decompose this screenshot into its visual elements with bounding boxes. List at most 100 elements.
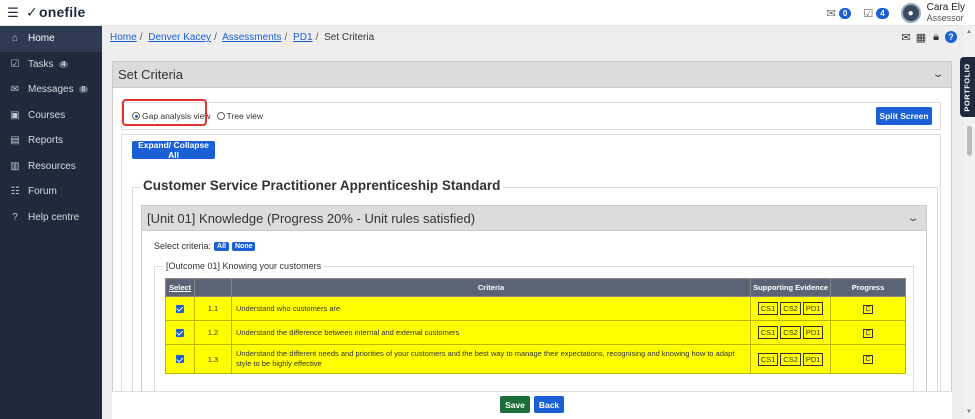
app-logo[interactable]: ✓onefile: [26, 4, 85, 21]
number-column-header: [193, 278, 232, 297]
breadcrumb-current: Set Criteria: [324, 32, 375, 43]
standard-fieldset: Customer Service Practitioner Apprentice…: [132, 178, 938, 419]
criteria-text: Understand who customers are: [230, 296, 752, 321]
back-button[interactable]: Back: [534, 396, 564, 413]
evidence-tag[interactable]: CS2: [780, 326, 801, 339]
criteria-text: Understand the different needs and prior…: [230, 344, 752, 374]
evidence-cell: CS1 CS2 PD1: [750, 320, 832, 345]
outcome-title: [Outcome 01] Knowing your customers: [163, 261, 325, 271]
criteria-number: 1.1: [193, 296, 232, 321]
sidebar-item-label: Help centre: [28, 211, 80, 223]
view-toggle-row: Gap analysis view Tree view Split Screen: [121, 102, 941, 130]
evidence-tag[interactable]: CS2: [780, 352, 801, 366]
standard-title: Customer Service Practitioner Apprentice…: [140, 178, 504, 193]
tasks-icon: ☑: [10, 58, 20, 70]
tasks-icon[interactable]: ☑: [863, 7, 873, 20]
evidence-tag[interactable]: PD1: [802, 302, 824, 315]
criteria-container: Expand/ Collapse All Customer Service Pr…: [121, 134, 941, 419]
sidebar-item-label: Tasks: [28, 58, 54, 70]
sidebar-item-help-centre[interactable]: ? Help centre: [0, 205, 102, 231]
tree-view-label[interactable]: Tree view: [227, 111, 264, 121]
sidebar-item-label: Home: [28, 33, 55, 45]
evidence-tag[interactable]: CS1: [757, 352, 779, 366]
reports-icon: ▤: [10, 135, 20, 147]
page-title: Set Criteria: [118, 67, 184, 82]
progress-status: C: [863, 328, 874, 338]
criteria-text: Understand the difference between intern…: [230, 320, 752, 345]
sidebar-item-messages[interactable]: ✉ Messages 0: [0, 77, 102, 103]
evidence-cell: CS1 CS2 PD1: [750, 344, 832, 374]
progress-status: C: [863, 355, 874, 364]
evidence-tag[interactable]: CS2: [780, 302, 801, 315]
home-icon: ⌂: [11, 33, 19, 45]
mail-count-badge: 0: [838, 7, 852, 19]
sidebar-item-home[interactable]: ⌂ Home: [0, 26, 102, 52]
mail-icon[interactable]: ✉: [900, 31, 912, 44]
sidebar-item-courses[interactable]: ▣ Courses: [0, 103, 102, 129]
resources-icon: ▥: [10, 160, 20, 172]
user-name: Cara Ely: [926, 2, 965, 13]
panel-header[interactable]: Set Criteria ⌄: [113, 62, 951, 88]
sidebar-item-reports[interactable]: ▤ Reports: [0, 128, 102, 154]
courses-icon: ▣: [10, 109, 20, 121]
select-all-button[interactable]: All: [214, 241, 229, 251]
select-none-button[interactable]: None: [231, 241, 256, 251]
scroll-thumb[interactable]: [967, 126, 972, 156]
tasks-count: 4: [58, 60, 69, 68]
messages-count: 0: [78, 86, 89, 94]
page-actions: ✉ ▦ 🔒︎ ?: [900, 31, 957, 44]
portfolio-tab[interactable]: PORTFOLIO: [960, 57, 975, 117]
evidence-tag[interactable]: PD1: [802, 352, 824, 366]
breadcrumb-link-assessments[interactable]: Assessments: [222, 32, 281, 43]
progress-status: C: [863, 304, 874, 314]
main-content: Home / Denver Kacey / Assessments / PD1/ Se…: [102, 26, 975, 419]
image-icon[interactable]: ▦: [915, 31, 927, 44]
sidebar-item-resources[interactable]: ▥ Resources: [0, 154, 102, 180]
avatar[interactable]: ●: [900, 3, 921, 23]
sidebar-item-label: Forum: [28, 186, 57, 198]
evidence-tag[interactable]: PD1: [802, 326, 824, 339]
table-row: 1.1 Understand who customers are CS1 CS2 P…: [165, 296, 906, 321]
expand-collapse-all-button[interactable]: Expand/ Collapse All: [132, 140, 215, 160]
criteria-checkbox[interactable]: [175, 304, 184, 313]
criteria-number: 1.3: [193, 344, 232, 374]
tasks-count-badge: 4: [876, 7, 889, 19]
footer-actions: Save Back: [112, 391, 952, 419]
breadcrumb-link-home[interactable]: Home: [110, 32, 137, 43]
unit-title: [Unit 01] Knowledge (Progress 20% - Unit…: [147, 210, 476, 226]
messages-icon: ✉: [10, 84, 20, 96]
unit-header[interactable]: [Unit 01] Knowledge (Progress 20% - Unit…: [141, 205, 927, 231]
lock-icon[interactable]: 🔒︎: [930, 31, 942, 44]
scroll-up-icon[interactable]: ▲: [966, 29, 972, 35]
select-criteria-label: Select criteria:: [154, 241, 212, 251]
table-row: 1.2 Understand the difference between in…: [165, 320, 906, 345]
scroll-down-icon[interactable]: ▼: [966, 409, 972, 415]
mail-icon[interactable]: ✉: [827, 7, 836, 20]
sidebar-item-tasks[interactable]: ☑ Tasks 4: [0, 52, 102, 78]
evidence-column-header: Supporting Evidence: [750, 278, 832, 297]
sidebar-item-forum[interactable]: ☷ Forum: [0, 179, 102, 205]
breadcrumb-link-learner[interactable]: Denver Kacey: [148, 32, 211, 43]
criteria-table: Select Criteria Supporting Evidence Prog…: [165, 278, 906, 374]
chevron-down-icon[interactable]: ⌄: [907, 213, 920, 224]
menu-icon[interactable]: ☰: [0, 0, 26, 26]
evidence-tag[interactable]: CS1: [757, 302, 779, 315]
set-criteria-panel: Set Criteria ⌄ Gap analysis view Tree vi…: [112, 61, 952, 419]
criteria-checkbox[interactable]: [175, 355, 184, 363]
evidence-cell: CS1 CS2 PD1: [750, 296, 832, 321]
breadcrumb-link-pd1[interactable]: PD1: [293, 32, 312, 43]
sidebar-item-label: Resources: [28, 160, 76, 172]
criteria-number: 1.2: [193, 320, 232, 345]
evidence-tag[interactable]: CS1: [757, 326, 779, 339]
save-button[interactable]: Save: [500, 396, 530, 413]
chevron-down-icon[interactable]: ⌄: [932, 69, 945, 80]
help-icon[interactable]: ?: [945, 31, 957, 43]
tree-view-radio[interactable]: [216, 112, 225, 120]
user-info[interactable]: Cara Ely Assessor: [926, 2, 965, 24]
gap-analysis-highlight: [122, 99, 207, 126]
select-column-header[interactable]: Select: [165, 278, 195, 297]
criteria-checkbox[interactable]: [175, 328, 184, 337]
split-screen-button[interactable]: Split Screen: [876, 107, 932, 125]
top-bar: ☰ ✓onefile ✉ 0 ☑ 4 ● Cara Ely Assessor: [0, 0, 975, 26]
sidebar-item-label: Reports: [28, 135, 64, 147]
